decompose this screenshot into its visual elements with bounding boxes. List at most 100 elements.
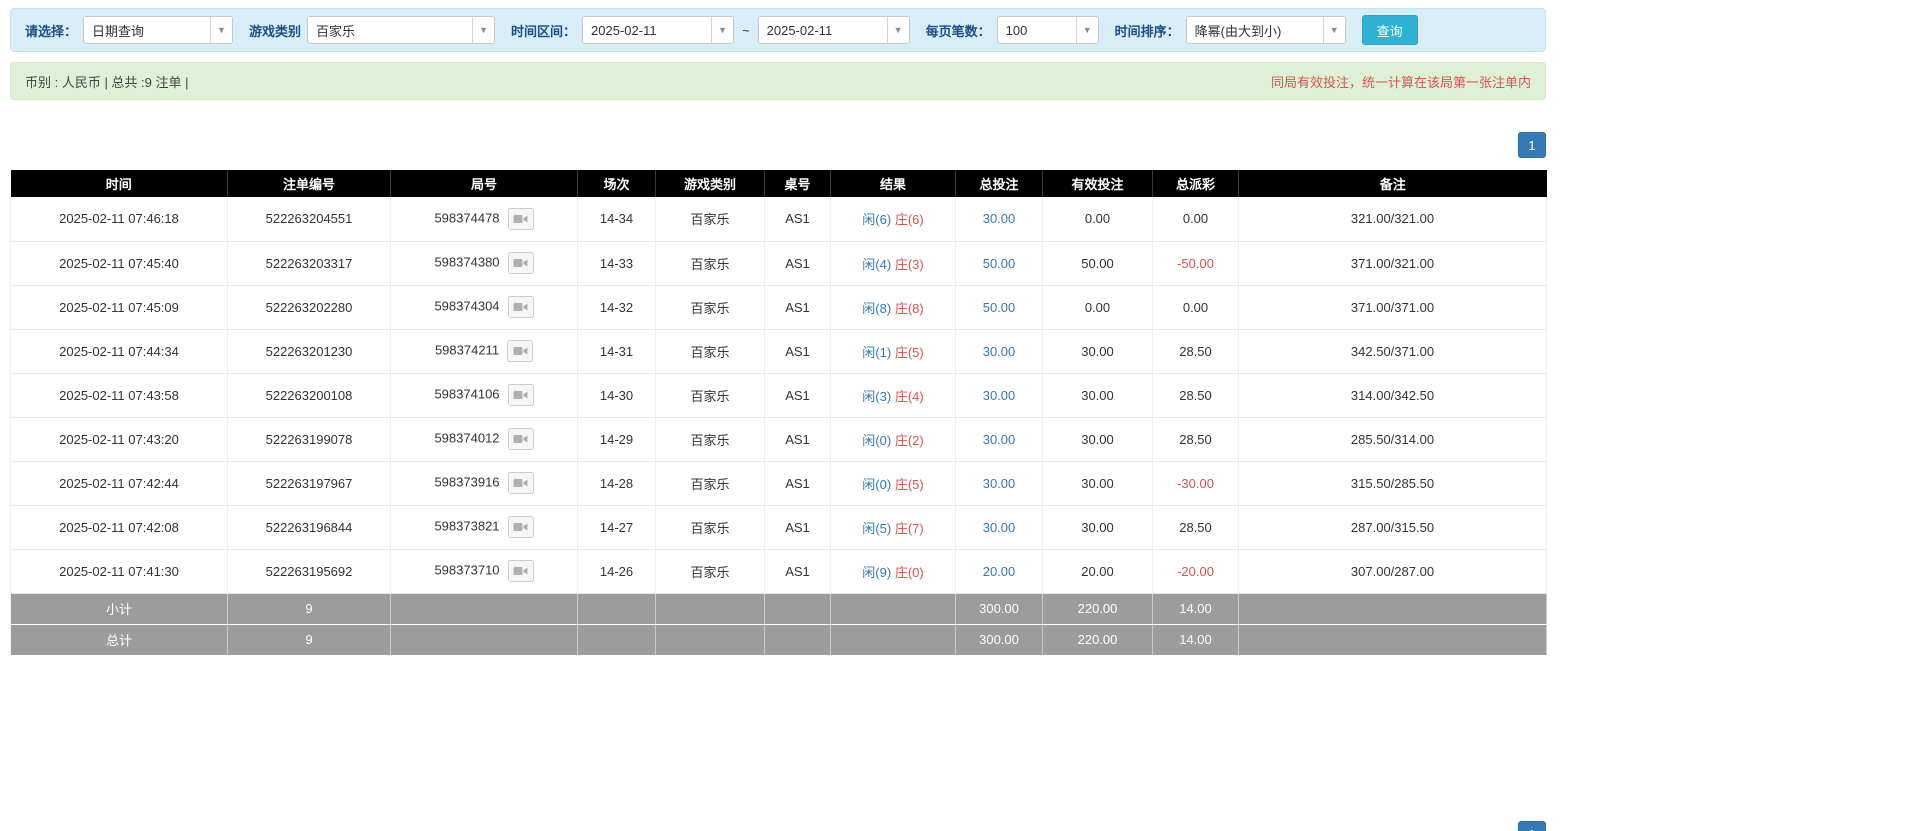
replay-button[interactable]: [507, 384, 534, 406]
time-sort-select[interactable]: 降幂(由大到小) ▼: [1185, 16, 1346, 44]
result-banker: 庄(2): [894, 432, 924, 448]
cell-bet-id: 522263195692: [227, 549, 391, 594]
header-result: 结果: [830, 170, 956, 197]
result-banker: 庄(5): [894, 344, 924, 360]
cell-round-id: 598374211: [390, 329, 578, 374]
chevron-down-icon[interactable]: ▼: [1075, 17, 1098, 43]
search-button[interactable]: 查询: [1361, 15, 1418, 45]
replay-button[interactable]: [507, 296, 534, 318]
cell-total-bet[interactable]: 50.00: [955, 241, 1043, 286]
subtotal-total-bet: 300.00: [955, 593, 1043, 625]
chevron-down-icon[interactable]: ▼: [1322, 17, 1345, 43]
cell-time: 2025-02-11 07:42:44: [10, 461, 228, 506]
total-bet-link[interactable]: 30.00: [983, 211, 1016, 226]
cell-remark: 315.50/285.50: [1238, 461, 1547, 506]
header-time: 时间: [10, 170, 228, 197]
subtotal-payout: 14.00: [1152, 593, 1239, 625]
records-table: 时间 注单编号 局号 场次 游戏类别 桌号 结果 总投注 有效投注 总派彩 备注…: [10, 170, 1547, 656]
cell-result: 闲(8) 庄(8): [830, 285, 956, 330]
replay-button[interactable]: [507, 560, 534, 582]
query-mode-select[interactable]: 日期查询 ▼: [83, 16, 234, 44]
chevron-down-icon[interactable]: ▼: [711, 17, 734, 43]
replay-button[interactable]: [507, 472, 534, 494]
total-bet-link[interactable]: 20.00: [983, 564, 1016, 579]
total-bet-link[interactable]: 50.00: [983, 300, 1016, 315]
page-button-1[interactable]: 1: [1518, 132, 1546, 158]
result-player: 闲(6): [862, 212, 892, 228]
total-bet-link[interactable]: 30.00: [983, 476, 1016, 491]
chevron-down-icon[interactable]: ▼: [472, 17, 495, 43]
replay-button[interactable]: [507, 252, 534, 274]
result-player: 闲(1): [862, 344, 892, 360]
cell-table-no: AS1: [764, 373, 831, 418]
cell-total-bet[interactable]: 50.00: [955, 285, 1043, 330]
game-type-label: 游戏类别: [249, 23, 302, 39]
cell-game-type: 百家乐: [655, 505, 765, 550]
cell-bet-id: 522263201230: [227, 329, 391, 374]
cell-total-bet[interactable]: 30.00: [955, 373, 1043, 418]
game-type-select[interactable]: 百家乐 ▼: [307, 16, 496, 44]
replay-icon: [513, 303, 528, 311]
total-valid-bet: 220.00: [1042, 624, 1153, 656]
cell-time: 2025-02-11 07:43:20: [10, 417, 228, 462]
page-size-label: 每页笔数：: [925, 23, 991, 39]
table-row: 2025-02-11 07:46:18 522263204551 598374478…: [10, 197, 1547, 242]
table-header-row: 时间 注单编号 局号 场次 游戏类别 桌号 结果 总投注 有效投注 总派彩 备注: [10, 170, 1547, 197]
replay-button[interactable]: [507, 516, 534, 538]
cell-total-bet[interactable]: 20.00: [955, 549, 1043, 594]
total-payout: 14.00: [1152, 624, 1239, 656]
cell-total-bet[interactable]: 30.00: [955, 417, 1043, 462]
page-size-select[interactable]: 100 ▼: [996, 16, 1099, 44]
cell-session: 14-29: [577, 417, 656, 462]
range-tilde: ~: [742, 22, 750, 38]
date-from-select[interactable]: 2025-02-11 ▼: [582, 16, 735, 44]
cell-result: 闲(4) 庄(3): [830, 241, 956, 286]
cell-session: 14-30: [577, 373, 656, 418]
chevron-down-icon[interactable]: ▼: [886, 17, 909, 43]
cell-round-id: 598373916: [390, 461, 578, 506]
info-bar: 币别 : 人民币 | 总共 :9 注单 | 同局有效投注，统一计算在该局第一张注…: [10, 62, 1546, 100]
game-type-value: 百家乐: [316, 23, 356, 39]
cell-total-bet[interactable]: 30.00: [955, 505, 1043, 550]
replay-button[interactable]: [507, 428, 534, 450]
cell-game-type: 百家乐: [655, 197, 765, 242]
cell-table-no: AS1: [764, 417, 831, 462]
cell-table-no: AS1: [764, 505, 831, 550]
total-bet-link[interactable]: 30.00: [983, 520, 1016, 535]
cell-session: 14-28: [577, 461, 656, 506]
cell-total-bet[interactable]: 30.00: [955, 197, 1043, 242]
replay-icon: [513, 391, 528, 399]
result-player: 闲(0): [862, 476, 892, 492]
total-bet-link[interactable]: 30.00: [983, 344, 1016, 359]
cell-game-type: 百家乐: [655, 417, 765, 462]
cell-result: 闲(9) 庄(0): [830, 549, 956, 594]
cell-round-id: 598374106: [390, 373, 578, 418]
total-bet-link[interactable]: 30.00: [983, 388, 1016, 403]
cell-session: 14-33: [577, 241, 656, 286]
cell-table-no: AS1: [764, 549, 831, 594]
date-to-value: 2025-02-11: [766, 22, 833, 38]
table-row: 2025-02-11 07:43:58 522263200108 598374106…: [10, 373, 1547, 418]
cell-remark: 371.00/321.00: [1238, 241, 1547, 286]
result-player: 闲(0): [862, 432, 892, 448]
cell-time: 2025-02-11 07:45:09: [10, 285, 228, 330]
cell-time: 2025-02-11 07:41:30: [10, 549, 228, 594]
date-to-select[interactable]: 2025-02-11 ▼: [757, 16, 910, 44]
cell-total-bet[interactable]: 30.00: [955, 329, 1043, 374]
cell-table-no: AS1: [764, 197, 831, 242]
cell-result: 闲(0) 庄(2): [830, 417, 956, 462]
replay-button[interactable]: [507, 340, 534, 362]
cell-round-id: 598374380: [390, 241, 578, 286]
chevron-down-icon[interactable]: ▼: [210, 17, 233, 43]
page-button-1-bottom[interactable]: 1: [1518, 821, 1546, 831]
query-mode-value: 日期查询: [92, 23, 145, 39]
result-banker: 庄(4): [894, 388, 924, 404]
table-row: 2025-02-11 07:44:34 522263201230 598374211…: [10, 329, 1547, 374]
round-id-text: 598374211: [434, 342, 500, 358]
total-bet-link[interactable]: 30.00: [983, 432, 1016, 447]
total-bet-link[interactable]: 50.00: [983, 256, 1016, 271]
replay-button[interactable]: [507, 207, 534, 230]
total-count: 9: [227, 624, 391, 656]
cell-total-bet[interactable]: 30.00: [955, 461, 1043, 506]
round-id-text: 598374380: [434, 254, 500, 270]
